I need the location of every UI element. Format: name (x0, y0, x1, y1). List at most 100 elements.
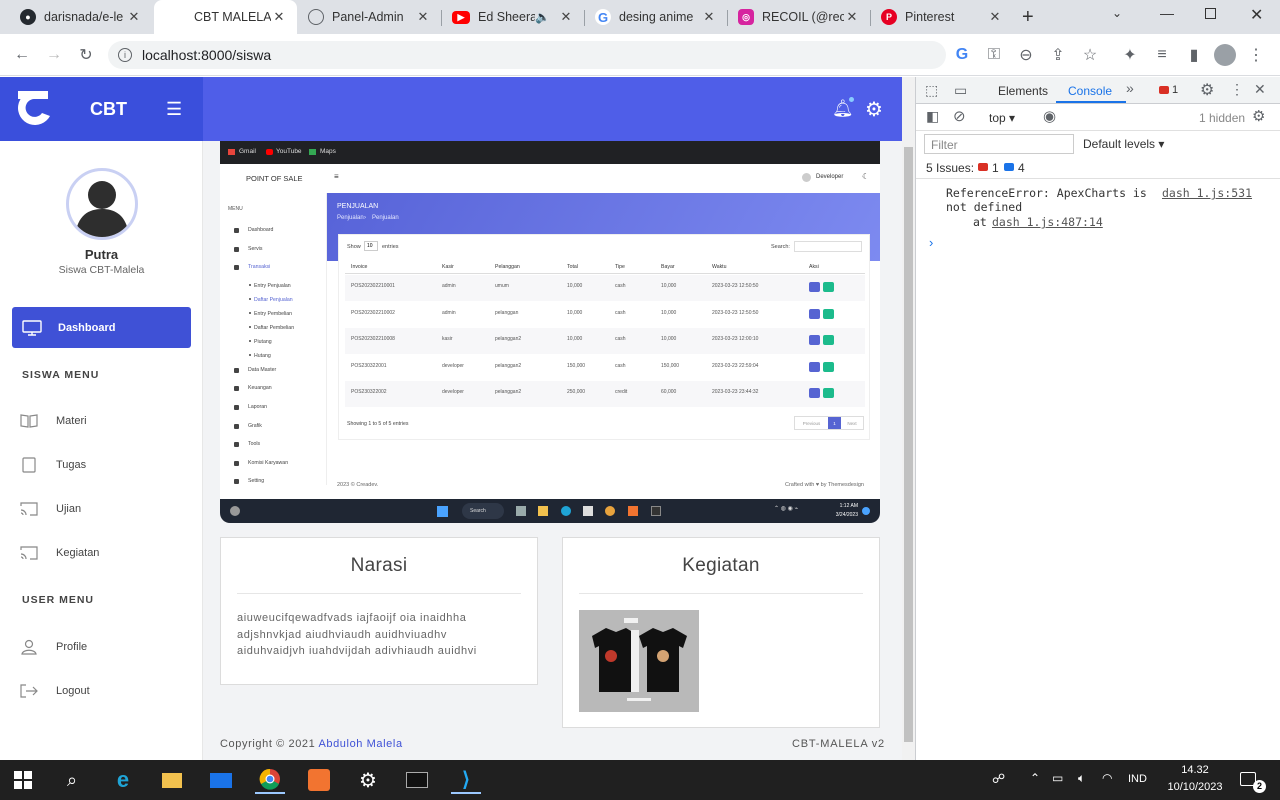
close-icon[interactable]: ✕ (126, 9, 142, 25)
settings-app-icon[interactable]: ⚙ (353, 766, 383, 794)
sidebar-item-tugas[interactable]: Tugas (20, 445, 190, 485)
view-button[interactable] (809, 361, 820, 372)
wifi-icon[interactable]: ◠ (1102, 771, 1112, 785)
back-icon[interactable]: ← (8, 41, 36, 69)
footer-author-link[interactable]: Abduloh Malela (318, 738, 402, 750)
terminal-icon[interactable] (402, 766, 432, 794)
print-button[interactable] (823, 335, 834, 345)
side-panel-icon[interactable]: ▮ (1180, 41, 1208, 69)
emb-menu-item[interactable]: Servis (248, 246, 262, 252)
sidebar-item-profile[interactable]: Profile (20, 627, 190, 667)
clock-date[interactable]: 10/10/2023 (1160, 781, 1230, 793)
browser-tab-active[interactable]: CBT MALELA | ✕ (154, 0, 297, 34)
view-button[interactable] (809, 335, 820, 345)
error-stack-link[interactable]: dash 1.js:487:14 (992, 215, 1103, 229)
close-icon[interactable]: ✕ (415, 9, 431, 25)
sidebar-item-dashboard[interactable]: Dashboard (12, 307, 191, 348)
restore-icon[interactable] (1205, 8, 1216, 19)
emb-menu-item[interactable]: Piutang (254, 339, 272, 345)
menu-kebab-icon[interactable]: ⋮ (1242, 41, 1270, 69)
emb-menu-item[interactable]: Laporan (248, 404, 267, 410)
zoom-icon[interactable]: ⊖ (1012, 41, 1040, 69)
tab-console[interactable]: Console (1068, 84, 1112, 98)
new-tab-icon[interactable]: + (1022, 6, 1034, 29)
media-icon[interactable]: ≡ (1148, 41, 1176, 69)
emb-menu-item[interactable]: Keuangan (248, 385, 272, 391)
browser-tab[interactable]: G desing anime ✕ (585, 0, 727, 34)
print-button[interactable] (823, 361, 834, 372)
sidebar-item-materi[interactable]: Materi (20, 401, 190, 441)
people-icon[interactable]: ☍ (992, 771, 1005, 787)
levels-dropdown[interactable]: Default levels ▾ (1083, 137, 1164, 151)
print-button[interactable] (823, 308, 834, 319)
minimize-icon[interactable]: — (1160, 5, 1174, 21)
browser-tab[interactable]: ● darisnada/e-le ✕ (10, 0, 152, 34)
inspect-icon[interactable]: ⬚ (925, 82, 938, 99)
tab-search-icon[interactable]: ⌄ (1112, 6, 1122, 20)
edge-icon[interactable]: e (108, 766, 138, 794)
emb-menu-item[interactable]: Daftar Penjualan (254, 297, 293, 303)
battery-icon[interactable]: ▭ (1052, 771, 1063, 785)
close-window-icon[interactable]: ✕ (1250, 5, 1263, 25)
browser-tab[interactable]: Panel-Admin ✕ (298, 0, 441, 34)
page-scrollbar[interactable] (902, 77, 915, 760)
emb-menu-item[interactable]: Grafik (248, 423, 262, 429)
bell-icon[interactable]: 🔔︎ (832, 99, 854, 119)
print-button[interactable] (823, 282, 834, 292)
profile-avatar-icon[interactable] (1214, 44, 1236, 66)
close-icon[interactable]: ✕ (701, 9, 717, 25)
emb-search-input[interactable] (794, 241, 862, 252)
close-icon[interactable]: ✕ (987, 9, 1003, 25)
settings-gear-icon[interactable]: ⚙ (865, 97, 883, 122)
address-bar[interactable]: i localhost:8000/siswa (108, 41, 946, 69)
sidebar-item-kegiatan[interactable]: Kegiatan (20, 533, 190, 573)
clock-time[interactable]: 14.32 (1160, 764, 1230, 776)
sidebar-toggle-icon[interactable]: ◧ (926, 108, 939, 125)
reload-icon[interactable]: ↻ (72, 41, 100, 69)
emb-menu-item[interactable]: Daftar Pembelian (254, 325, 294, 331)
browser-tab[interactable]: P Pinterest ✕ (871, 0, 1013, 34)
hamburger-icon[interactable]: ☰ (166, 99, 182, 120)
emb-menu-item[interactable]: Transaksi (248, 264, 270, 270)
more-tabs-icon[interactable]: » (1126, 80, 1134, 96)
clear-console-icon[interactable]: ⊘ (953, 107, 966, 125)
emb-menu-item[interactable]: Tools (248, 441, 260, 447)
close-icon[interactable]: ✕ (844, 9, 860, 25)
windows-start-icon[interactable] (8, 766, 38, 794)
emb-menu-item[interactable]: Hutang (254, 353, 271, 359)
devtools-settings-icon[interactable]: ⚙ (1200, 80, 1214, 100)
emb-menu-item[interactable]: Entry Penjualan (254, 283, 291, 289)
emb-menu-item[interactable]: Setting (248, 478, 264, 484)
tray-chevron-icon[interactable]: ⌃ (1030, 771, 1040, 785)
view-button[interactable] (809, 308, 820, 319)
console-filter-input[interactable]: Filter (924, 134, 1074, 154)
tab-elements[interactable]: Elements (998, 84, 1048, 98)
device-toolbar-icon[interactable]: ▭ (954, 82, 967, 99)
browser-tab[interactable]: ◎ RECOIL (@rec ✕ (728, 0, 870, 34)
xampp-icon[interactable] (304, 766, 334, 794)
extensions-icon[interactable]: ✦ (1116, 41, 1144, 69)
emb-menu-item[interactable]: Data Master (248, 367, 276, 373)
close-icon[interactable]: ✕ (558, 9, 574, 25)
volume-icon[interactable]: 🔈︎ (1078, 771, 1085, 786)
scrollbar-thumb[interactable] (904, 147, 913, 742)
google-lens-icon[interactable]: G (948, 41, 976, 69)
sidebar-item-logout[interactable]: Logout (20, 671, 190, 711)
context-select[interactable]: top ▾ (989, 111, 1015, 125)
devtools-menu-icon[interactable]: ⋮ (1230, 81, 1244, 98)
bookmark-star-icon[interactable]: ☆ (1076, 41, 1104, 69)
browser-tab[interactable]: ▶ Ed Sheera 🔈 ✕ (442, 0, 584, 34)
search-icon[interactable]: ⌕ (57, 766, 87, 794)
console-settings-icon[interactable]: ⚙ (1252, 107, 1265, 125)
eye-icon[interactable]: ◉ (1043, 107, 1056, 125)
sidebar-item-ujian[interactable]: Ujian (20, 489, 190, 529)
info-icon[interactable]: i (118, 48, 132, 62)
key-icon[interactable]: ⚿ (980, 41, 1008, 69)
kegiatan-image[interactable] (579, 610, 699, 712)
chrome-icon[interactable] (255, 766, 285, 794)
emb-menu-item[interactable]: Dashboard (248, 227, 273, 233)
console-prompt-icon[interactable]: › (929, 235, 933, 250)
language-indicator[interactable]: IND (1128, 773, 1147, 785)
share-icon[interactable]: ⇪ (1044, 41, 1072, 69)
mail-icon[interactable] (206, 766, 236, 794)
